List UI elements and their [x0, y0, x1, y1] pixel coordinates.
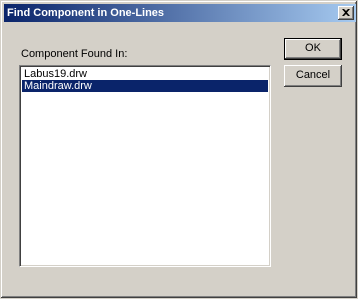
title-bar[interactable]: Find Component in One-Lines [4, 4, 356, 22]
ok-button[interactable]: OK [284, 38, 342, 60]
close-button[interactable] [338, 6, 354, 20]
drawings-listbox[interactable]: Labus19.drw Maindraw.drw [19, 65, 271, 267]
find-component-dialog: Find Component in One-Lines Component Fo… [0, 0, 358, 299]
list-item[interactable]: Labus19.drw [22, 68, 268, 80]
list-item[interactable]: Maindraw.drw [22, 80, 268, 92]
close-icon [342, 9, 350, 16]
component-found-in-label: Component Found In: [21, 48, 128, 60]
cancel-button[interactable]: Cancel [284, 65, 342, 87]
window-title: Find Component in One-Lines [7, 7, 165, 19]
